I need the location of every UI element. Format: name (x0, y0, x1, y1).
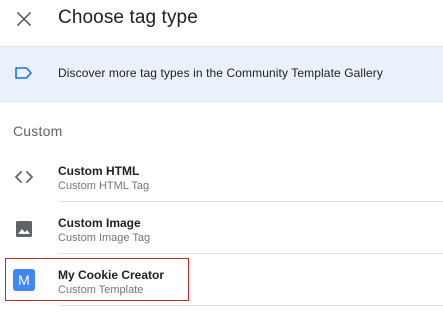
section-heading-custom: Custom (13, 123, 63, 139)
panel-header: Choose tag type (0, 0, 443, 47)
close-button[interactable] (13, 8, 35, 30)
image-icon (16, 221, 32, 237)
tag-type-name: Custom HTML (58, 164, 140, 178)
tag-type-custom-image[interactable]: Custom Image Custom Image Tag (0, 204, 443, 254)
tag-type-name: Custom Image (58, 216, 141, 230)
community-gallery-banner[interactable]: Discover more tag types in the Community… (0, 47, 443, 102)
template-letter-icon: M (13, 269, 35, 291)
tag-type-description: Custom HTML Tag (58, 180, 150, 192)
choose-tag-type-panel: Choose tag type Discover more tag types … (0, 0, 443, 315)
tag-type-description: Custom Image Tag (58, 232, 151, 244)
tag-type-description: Custom Template (58, 284, 144, 296)
code-icon (14, 170, 34, 184)
banner-text: Discover more tag types in the Community… (58, 66, 383, 80)
row-divider (58, 201, 443, 202)
row-divider (58, 305, 443, 306)
page-title: Choose tag type (58, 7, 198, 28)
close-icon (16, 11, 32, 27)
tag-type-name: My Cookie Creator (58, 268, 165, 282)
tag-type-custom-html[interactable]: Custom HTML Custom HTML Tag (0, 152, 443, 202)
row-divider (58, 253, 443, 254)
label-outline-icon (15, 67, 32, 79)
tag-type-my-cookie-creator[interactable]: M My Cookie Creator Custom Template (0, 256, 443, 306)
